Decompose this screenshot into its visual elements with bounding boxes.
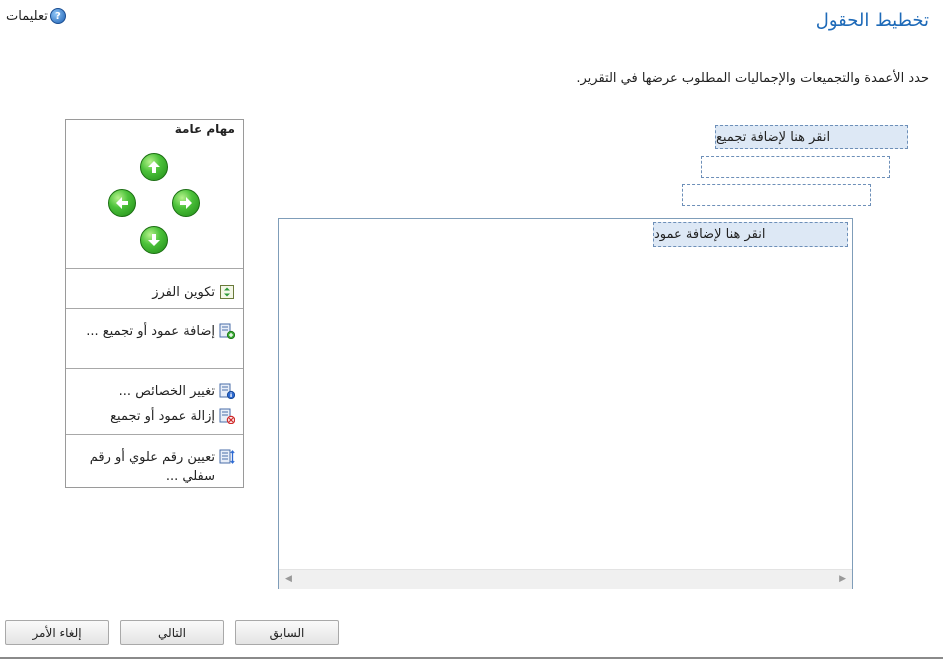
group-dropzone-1[interactable] (701, 156, 890, 178)
report-layout-grid (278, 218, 853, 589)
arrow-up-icon (148, 161, 160, 173)
tasks-divider (66, 308, 243, 309)
tasks-title: مهام عامة (174, 122, 235, 136)
move-down-button[interactable] (140, 226, 168, 254)
help-link[interactable]: ? تعليمات (6, 8, 66, 24)
arrow-down-icon (148, 234, 160, 246)
change-properties-label: تغيير الخصائص ... (118, 384, 215, 399)
next-button[interactable]: التالي (120, 620, 224, 645)
arrow-left-icon (116, 197, 128, 209)
tasks-divider (66, 368, 243, 369)
properties-icon (219, 383, 236, 400)
add-column-or-group-label: إضافة عمود أو تجميع ... (86, 324, 215, 339)
add-total-label: انقر هنا لإضافة تجميع (716, 129, 831, 145)
page-title: تخطيط الحقول (815, 10, 929, 31)
remove-column-or-group-task[interactable]: إزالة عمود أو تجميع (110, 407, 236, 426)
help-label: تعليمات (6, 8, 48, 24)
move-right-button[interactable] (172, 189, 200, 217)
cancel-button[interactable]: إلغاء الأمر (5, 620, 109, 645)
move-up-button[interactable] (140, 153, 168, 181)
set-superscript-subscript-task[interactable]: تعيين رقم علوي أو رقم سفلي ... (75, 448, 235, 486)
tasks-panel: مهام عامة تكوين الفرز إضافة عمود أو تجمي… (65, 119, 244, 488)
add-column-or-group-task[interactable]: إضافة عمود أو تجميع ... (75, 322, 236, 341)
superscript-icon (219, 449, 235, 465)
instruction-text: حدد الأعمدة والتجميعات والإجماليات المطل… (576, 71, 929, 86)
group-dropzone-2[interactable] (682, 184, 871, 206)
remove-column-icon (219, 408, 236, 425)
tasks-divider (66, 434, 243, 435)
arrow-right-icon (180, 197, 192, 209)
remove-column-or-group-label: إزالة عمود أو تجميع (110, 409, 215, 424)
sort-icon (219, 284, 235, 300)
add-total-dropzone[interactable]: انقر هنا لإضافة تجميع (715, 125, 908, 149)
add-column-dropzone[interactable]: انقر هنا لإضافة عمود (653, 222, 848, 247)
add-column-label: انقر هنا لإضافة عمود (654, 227, 766, 242)
tasks-divider (66, 268, 243, 269)
scroll-left-icon[interactable]: ◀ (285, 574, 292, 584)
scroll-right-icon[interactable]: ▶ (839, 574, 846, 584)
help-icon: ? (49, 8, 66, 24)
configure-sort-task[interactable]: تكوين الفرز (152, 283, 235, 302)
add-column-icon (219, 323, 236, 340)
move-left-button[interactable] (108, 189, 136, 217)
horizontal-scrollbar[interactable]: ◀ ▶ (279, 569, 852, 589)
configure-sort-label: تكوين الفرز (152, 285, 215, 300)
set-superscript-subscript-label: تعيين رقم علوي أو رقم سفلي ... (89, 450, 215, 484)
previous-button[interactable]: السابق (235, 620, 339, 645)
change-properties-task[interactable]: تغيير الخصائص ... (118, 382, 236, 401)
